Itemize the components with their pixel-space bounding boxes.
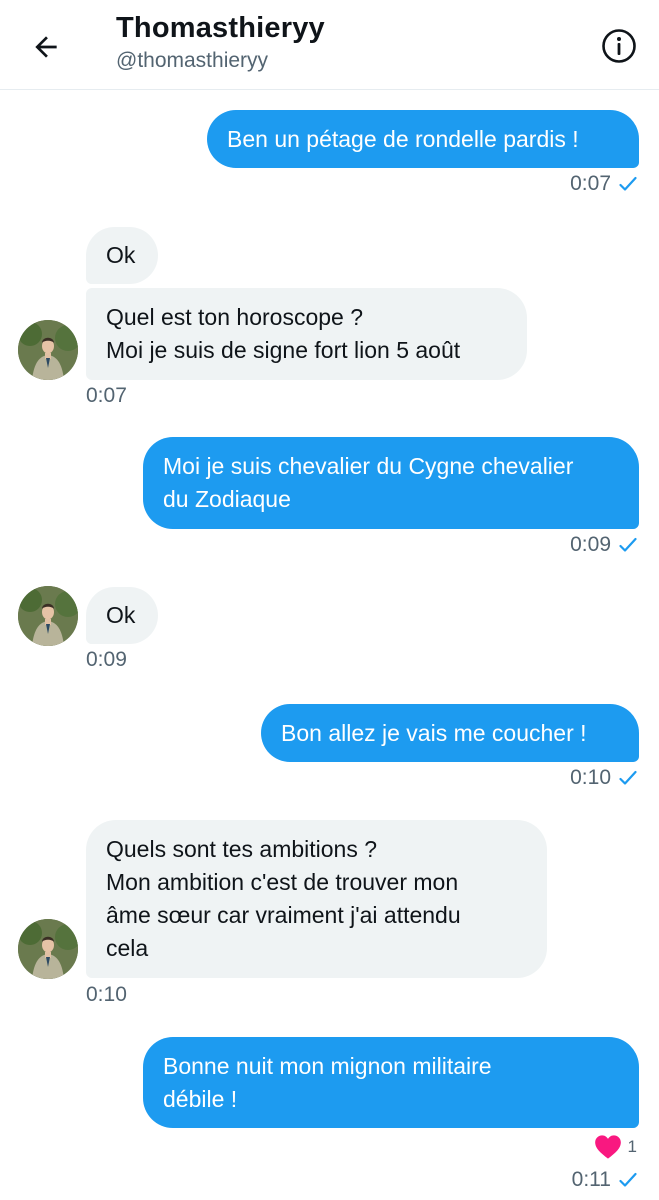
message-text: débile ! <box>163 1085 238 1112</box>
back-button[interactable] <box>26 27 66 67</box>
incoming-message[interactable]: Ok <box>86 587 158 644</box>
arrow-left-icon <box>35 36 57 58</box>
incoming-message[interactable]: Quels sont tes ambitions ? Mon ambition … <box>86 820 547 978</box>
message-meta: 0:07 <box>86 384 127 408</box>
message-timestamp: 0:11 <box>571 1168 611 1191</box>
message-meta: 0:09 <box>86 648 127 672</box>
sent-check-icon <box>619 1172 637 1187</box>
message-text: Moi je suis chevalier du Cygne chevalier <box>163 453 574 479</box>
outgoing-message[interactable]: Ben un pétage de rondelle pardis ! <box>207 110 639 168</box>
message-text: du Zodiaque <box>163 486 291 512</box>
outgoing-message[interactable]: Bon allez je vais me coucher ! <box>261 704 639 762</box>
info-button[interactable] <box>599 26 639 66</box>
message-meta: 0:07 <box>570 172 637 196</box>
avatar[interactable] <box>18 586 78 646</box>
sent-check-icon <box>619 537 637 552</box>
message-text: Bon allez je vais me coucher ! <box>281 719 587 746</box>
message-timestamp: 0:10 <box>570 766 611 789</box>
message-timestamp: 0:10 <box>86 983 127 1006</box>
message-meta: 0:10 <box>86 983 127 1007</box>
message-meta: 0:10 <box>570 766 637 790</box>
message-text: Ok <box>106 602 136 628</box>
sent-check-icon <box>619 770 637 785</box>
message-reaction[interactable]: 1 <box>594 1134 637 1160</box>
message-timestamp: 0:09 <box>570 533 611 556</box>
message-text: Quel est ton horoscope ? <box>106 304 363 330</box>
message-text: cela <box>106 935 149 961</box>
outgoing-message[interactable]: Moi je suis chevalier du Cygne chevalier… <box>143 437 639 529</box>
info-icon <box>602 29 636 63</box>
outgoing-message[interactable]: Bonne nuit mon mignon militaire débile ! <box>143 1037 639 1128</box>
reaction-count: 1 <box>627 1137 637 1156</box>
avatar-photo-icon <box>18 919 78 979</box>
incoming-message[interactable]: Quel est ton horoscope ? Moi je suis de … <box>86 288 527 380</box>
incoming-message[interactable]: Ok <box>86 227 158 284</box>
message-text: Mon ambition c'est de trouver mon <box>106 869 459 895</box>
message-text: Moi je suis de signe fort lion 5 août <box>106 337 461 363</box>
sent-check-icon <box>619 176 637 191</box>
message-text: Quels sont tes ambitions ? <box>106 836 378 862</box>
message-timestamp: 0:07 <box>570 172 611 195</box>
page-title[interactable]: Thomasthieryy <box>116 12 325 45</box>
message-text: âme sœur car vraiment j'ai attendu <box>106 902 461 928</box>
heart-icon <box>594 1135 621 1159</box>
message-text: Ok <box>106 242 136 268</box>
message-timestamp: 0:09 <box>86 648 127 671</box>
conversation-header: Thomasthieryy @thomasthieryy <box>0 0 659 90</box>
user-handle[interactable]: @thomasthieryy <box>116 49 268 73</box>
avatar-photo-icon <box>18 320 78 380</box>
avatar[interactable] <box>18 320 78 380</box>
avatar[interactable] <box>18 919 78 979</box>
message-timestamp: 0:07 <box>86 384 127 407</box>
avatar-photo-icon <box>18 586 78 646</box>
message-meta: 0:11 <box>572 1168 637 1192</box>
message-text: Bonne nuit mon mignon militaire <box>163 1052 492 1079</box>
message-text: Ben un pétage de rondelle pardis ! <box>227 125 579 152</box>
message-meta: 0:09 <box>570 533 637 557</box>
